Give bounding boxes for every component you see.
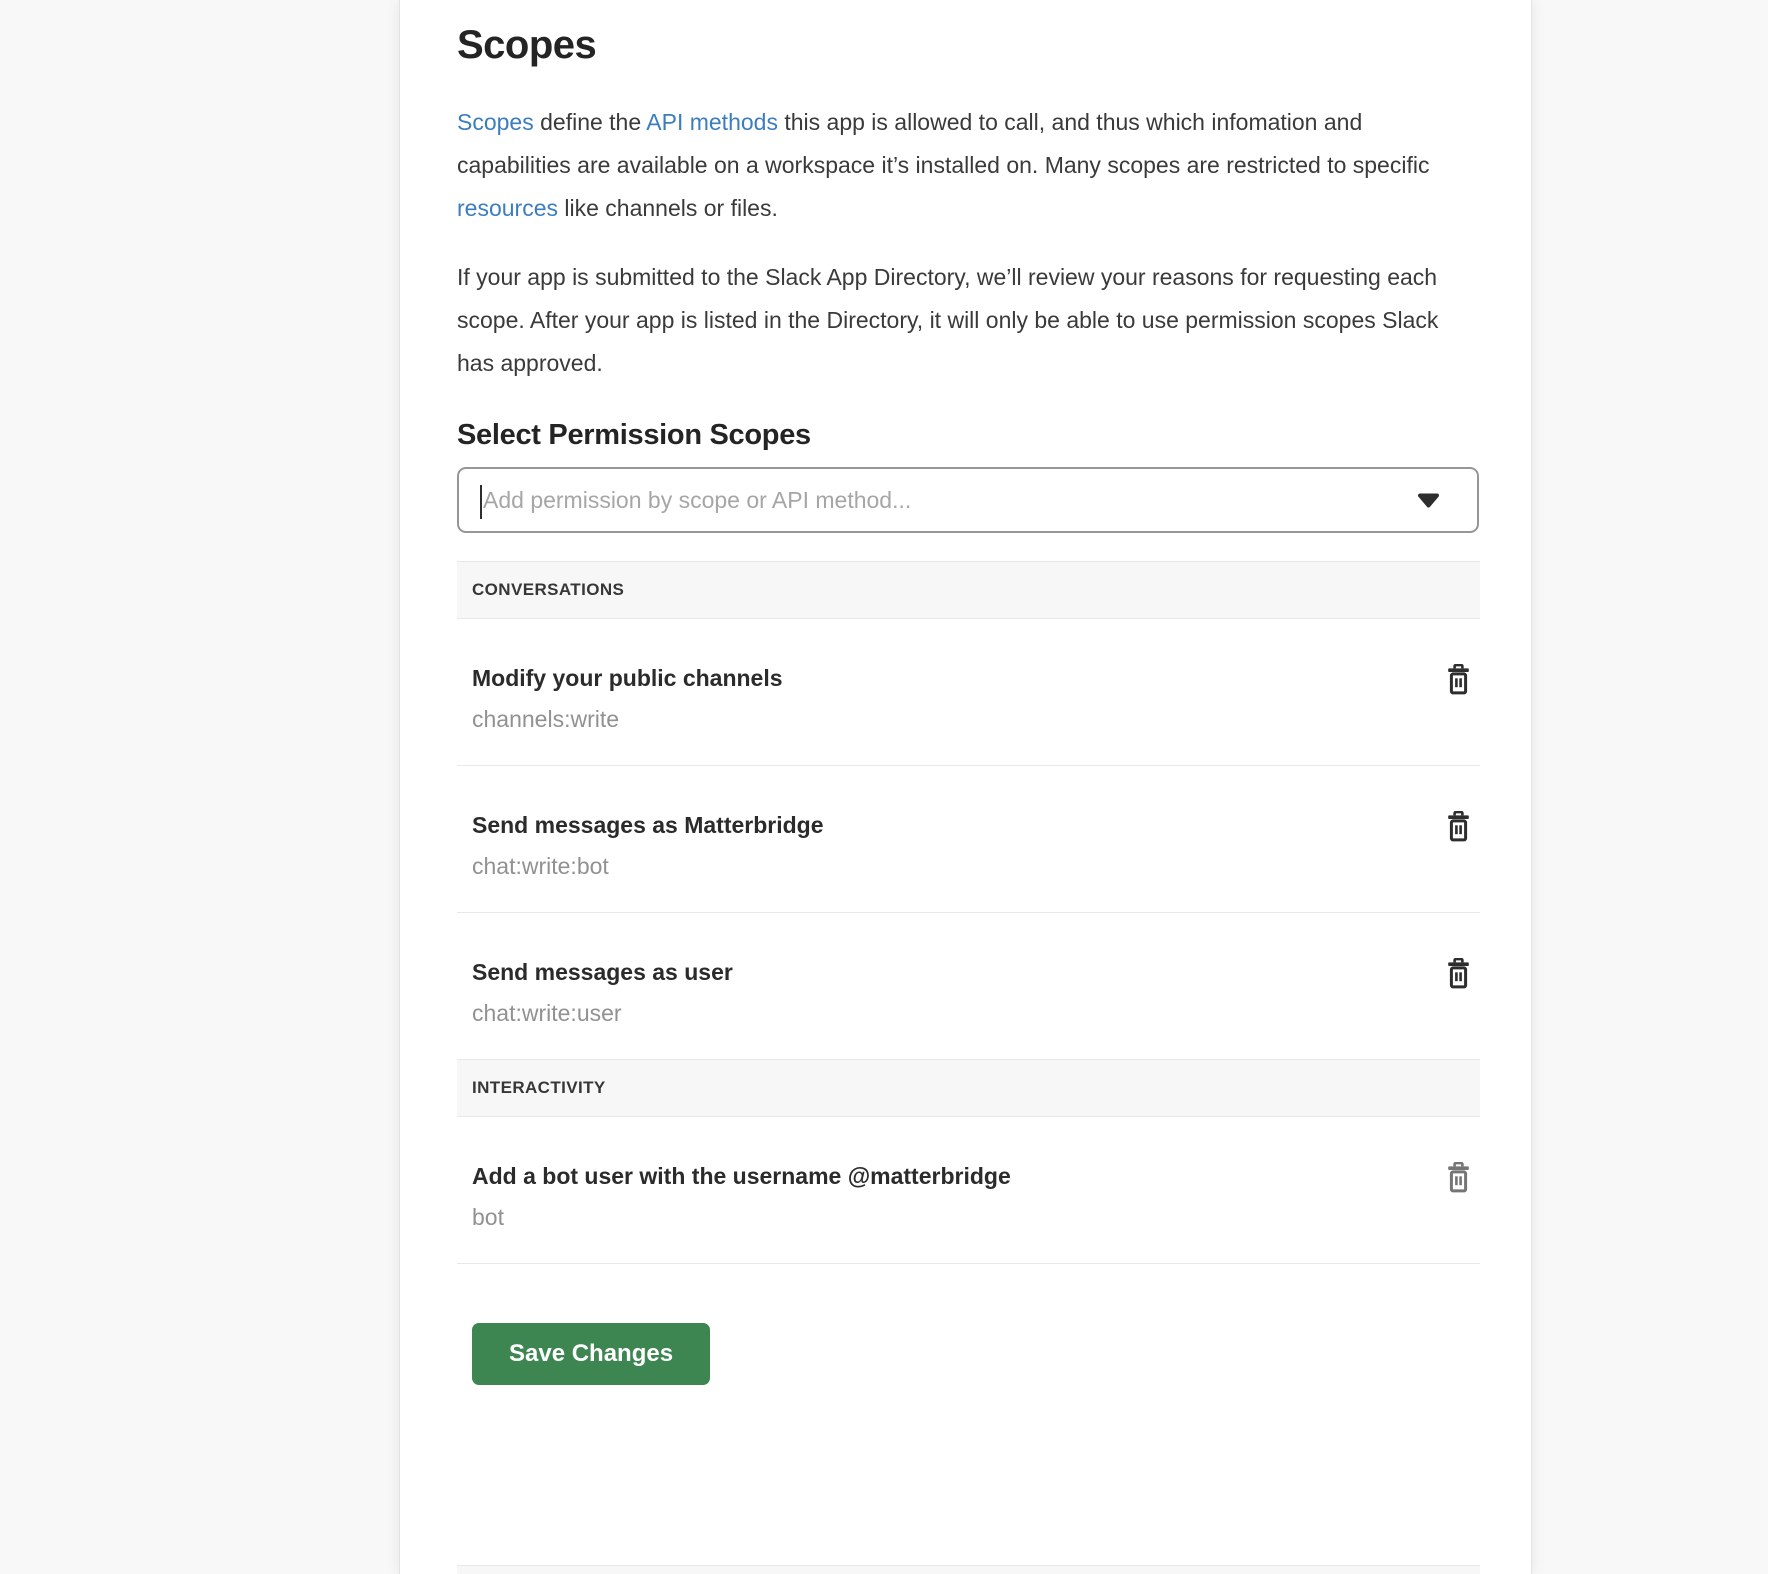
scope-title: Modify your public channels <box>472 663 1400 693</box>
text-caret <box>480 485 482 519</box>
scopes-content: Scopes Scopes define the API methods thi… <box>400 0 1531 1574</box>
scope-section-header: INTERACTIVITY <box>457 1059 1480 1117</box>
main-panel: Scopes Scopes define the API methods thi… <box>399 0 1532 1574</box>
delete-scope-button[interactable] <box>1438 659 1478 699</box>
scope-code: bot <box>472 1202 1400 1232</box>
scope-title: Send messages as Matterbridge <box>472 810 1400 840</box>
scope-section-conversations: CONVERSATIONS Modify your public channels… <box>457 561 1480 1059</box>
sidebar <box>0 0 399 1574</box>
page-title: Scopes <box>457 22 1477 68</box>
scopes-link[interactable]: Scopes <box>457 109 534 135</box>
scope-list: CONVERSATIONS Modify your public channels… <box>457 561 1480 1264</box>
page: Scopes Scopes define the API methods thi… <box>0 0 1768 1574</box>
select-permission-scopes-heading: Select Permission Scopes <box>457 417 1477 453</box>
scope-code: channels:write <box>472 704 1400 734</box>
scope-section-label: CONVERSATIONS <box>472 580 624 600</box>
scope-row: Modify your public channels channels:writ… <box>457 619 1480 766</box>
intro-paragraph-1: Scopes define the API methods this app i… <box>457 101 1472 230</box>
delete-scope-button[interactable] <box>1438 1157 1478 1197</box>
scope-title: Add a bot user with the username @matter… <box>472 1161 1400 1191</box>
delete-scope-button[interactable] <box>1438 806 1478 846</box>
trash-icon <box>1445 830 1472 845</box>
api-methods-link[interactable]: API methods <box>646 109 778 135</box>
trash-icon <box>1445 977 1472 992</box>
delete-scope-button[interactable] <box>1438 953 1478 993</box>
trash-icon <box>1445 1181 1472 1196</box>
paragraph-text: define the <box>534 109 647 135</box>
scope-row: Send messages as Matterbridge chat:write:… <box>457 766 1480 913</box>
intro-paragraph-2: If your app is submitted to the Slack Ap… <box>457 256 1472 385</box>
scope-row: Send messages as user chat:write:user <box>457 913 1480 1059</box>
paragraph-text: like channels or files. <box>558 195 778 221</box>
dropdown-caret-icon[interactable] <box>1416 493 1441 508</box>
scope-row: Add a bot user with the username @matter… <box>457 1117 1480 1264</box>
scope-search-combobox <box>457 467 1479 533</box>
scope-search-input[interactable] <box>459 469 1477 531</box>
scope-title: Send messages as user <box>472 957 1400 987</box>
scope-section-label: INTERACTIVITY <box>472 1078 606 1098</box>
scope-code: chat:write:bot <box>472 851 1400 881</box>
cut-off-section-bar <box>457 1565 1480 1574</box>
scope-code: chat:write:user <box>472 998 1400 1028</box>
scope-section-header: CONVERSATIONS <box>457 561 1480 619</box>
trash-icon <box>1445 683 1472 698</box>
resources-link[interactable]: resources <box>457 195 558 221</box>
save-changes-button[interactable]: Save Changes <box>472 1323 710 1385</box>
scope-section-interactivity: INTERACTIVITY Add a bot user with the use… <box>457 1059 1480 1264</box>
